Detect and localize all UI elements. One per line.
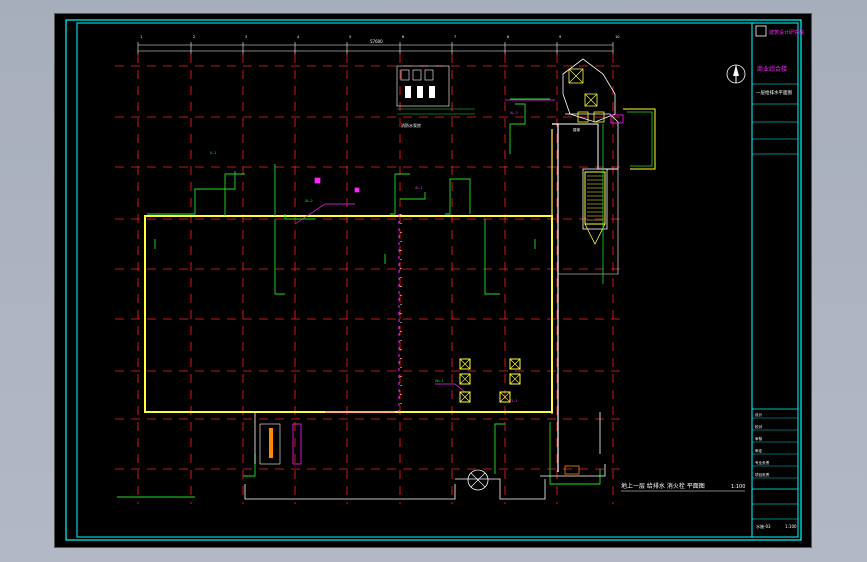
drawing-number: 水施-03 — [756, 523, 771, 529]
project-name: 商业综合楼 — [757, 65, 787, 73]
pump-room-detail: 消防水泵房 — [396, 65, 475, 128]
stair-core: 楼梯 — [562, 58, 624, 132]
plan-scale: 1:100 — [731, 484, 745, 490]
riser-label: XL-3 — [510, 111, 518, 115]
title-block-row-label: 校对 — [755, 424, 763, 429]
fire-hydrant-icon — [509, 358, 521, 370]
column-axis-label: 1 — [140, 35, 142, 39]
title-block: 建筑设计研究院 商业综合楼 一层给排水平面图 设计校对审核审定专业负责项目负责 … — [751, 23, 804, 537]
axis-grid — [115, 54, 625, 504]
water-pipes — [117, 98, 601, 498]
riser-label: XL-1 — [415, 186, 423, 190]
south-entrance — [244, 412, 606, 500]
fire-hydrant-icon — [459, 358, 471, 370]
stair-note: 楼梯 — [573, 127, 581, 132]
fire-hydrant-icon — [459, 391, 471, 403]
column-axis-label: 6 — [402, 35, 404, 39]
top-dimension: 57600 — [137, 39, 614, 54]
title-block-row-label: 专业负责 — [755, 460, 770, 465]
column-axis-label: 9 — [559, 35, 561, 39]
east-wing — [551, 108, 656, 472]
plan-caption: 地上一层 给排水 消火栓 平面图 — [621, 482, 705, 490]
cad-viewport[interactable]: 建筑设计研究院 商业综合楼 一层给排水平面图 设计 校对 审核 审定 专业负责 项目负责 … — [54, 13, 812, 548]
riser-label: WL-1 — [435, 379, 444, 383]
column-axis-label: 10 — [615, 35, 619, 39]
fire-hydrant-icon — [509, 373, 521, 385]
column-axis-label: 5 — [349, 35, 351, 39]
column-axis-label: 8 — [507, 35, 509, 39]
drawing-name-label: 一层给排水平面图 — [756, 89, 792, 96]
riser-label: JL-1 — [209, 151, 216, 155]
building-outline — [144, 215, 553, 413]
floor-plan-drawing: 建筑设计研究院 商业综合楼 一层给排水平面图 设计校对审核审定专业负责项目负责 … — [65, 19, 804, 541]
north-arrow-icon — [726, 64, 746, 84]
title-block-row-label: 设计 — [755, 412, 763, 417]
column-axis-label: 2 — [193, 35, 195, 39]
title-block-row-label: 审核 — [755, 436, 763, 441]
sheet-inner-frame — [76, 22, 799, 538]
company-name: 建筑设计研究院 — [769, 29, 804, 36]
column-axis-label: 3 — [245, 35, 247, 39]
scale-label: 1:100 — [785, 524, 797, 529]
top-dimension-value: 57600 — [370, 39, 383, 44]
pump-room-note: 消防水泵房 — [401, 122, 421, 128]
column-axis-label: 4 — [297, 35, 300, 39]
riser-label-group: JL-1 XL-1 XL-2 XL-3 WL-1 FL-1 — [209, 111, 518, 403]
title-block-row-label: 项目负责 — [755, 472, 770, 477]
title-block-row-label: 审定 — [755, 448, 763, 453]
company-logo — [755, 25, 767, 37]
riser-label: XL-2 — [305, 199, 313, 203]
fire-hydrant-icon — [459, 373, 471, 385]
column-axis-label: 7 — [454, 35, 456, 39]
riser-label: FL-1 — [510, 399, 517, 403]
fire-hydrant-group — [459, 358, 521, 403]
